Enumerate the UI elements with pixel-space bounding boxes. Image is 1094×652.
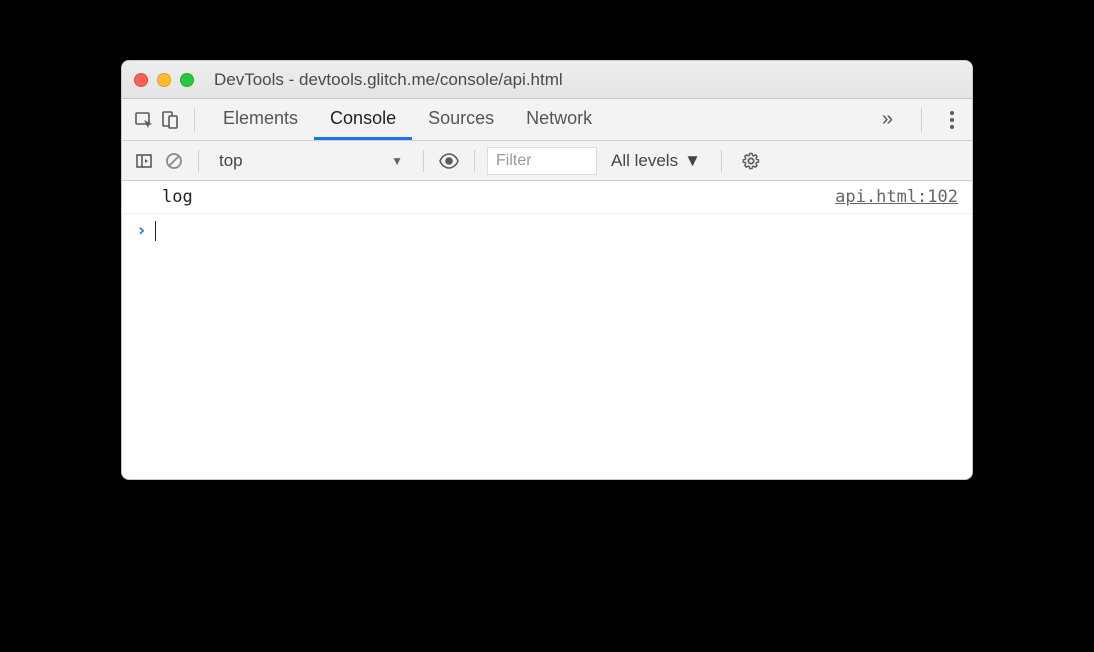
minimize-window-button[interactable] [157, 73, 171, 87]
console-output: log api.html:102 › [122, 181, 972, 479]
inspect-element-icon[interactable] [132, 108, 156, 132]
toolbar-divider [194, 108, 195, 132]
log-source-link[interactable]: api.html:102 [835, 187, 958, 207]
levels-label: All levels [611, 151, 678, 171]
titlebar: DevTools - devtools.glitch.me/console/ap… [122, 61, 972, 99]
window-title: DevTools - devtools.glitch.me/console/ap… [214, 70, 960, 90]
toolbar-divider [474, 150, 475, 172]
more-tabs-button[interactable]: » [874, 108, 901, 131]
live-expression-icon[interactable] [436, 148, 462, 174]
input-cursor [155, 221, 156, 241]
maximize-window-button[interactable] [180, 73, 194, 87]
tab-network[interactable]: Network [510, 99, 608, 140]
chevron-down-icon: ▼ [391, 154, 403, 168]
filter-input[interactable] [487, 147, 597, 175]
context-label: top [219, 151, 243, 171]
window-controls [134, 73, 194, 87]
toolbar-divider [921, 108, 922, 132]
tab-console[interactable]: Console [314, 99, 412, 140]
console-toolbar: top ▼ All levels ▼ [122, 141, 972, 181]
log-entry: log api.html:102 [122, 181, 972, 214]
main-toolbar: Elements Console Sources Network » [122, 99, 972, 141]
toggle-console-sidebar-icon[interactable] [132, 149, 156, 173]
console-settings-icon[interactable] [738, 148, 764, 174]
toolbar-divider [423, 150, 424, 172]
chevron-down-icon: ▼ [684, 151, 701, 171]
toolbar-divider [721, 150, 722, 172]
tab-sources[interactable]: Sources [412, 99, 510, 140]
prompt-caret-icon: › [136, 220, 147, 241]
execution-context-selector[interactable]: top ▼ [211, 151, 411, 171]
device-toolbar-icon[interactable] [158, 108, 182, 132]
console-prompt[interactable]: › [122, 214, 972, 247]
toolbar-divider [198, 150, 199, 172]
devtools-window: DevTools - devtools.glitch.me/console/ap… [121, 60, 973, 480]
settings-menu-button[interactable] [942, 111, 962, 129]
tab-elements[interactable]: Elements [207, 99, 314, 140]
panel-tabs: Elements Console Sources Network [207, 99, 608, 140]
log-levels-selector[interactable]: All levels ▼ [603, 151, 709, 171]
log-message: log [162, 187, 193, 207]
clear-console-icon[interactable] [162, 149, 186, 173]
close-window-button[interactable] [134, 73, 148, 87]
